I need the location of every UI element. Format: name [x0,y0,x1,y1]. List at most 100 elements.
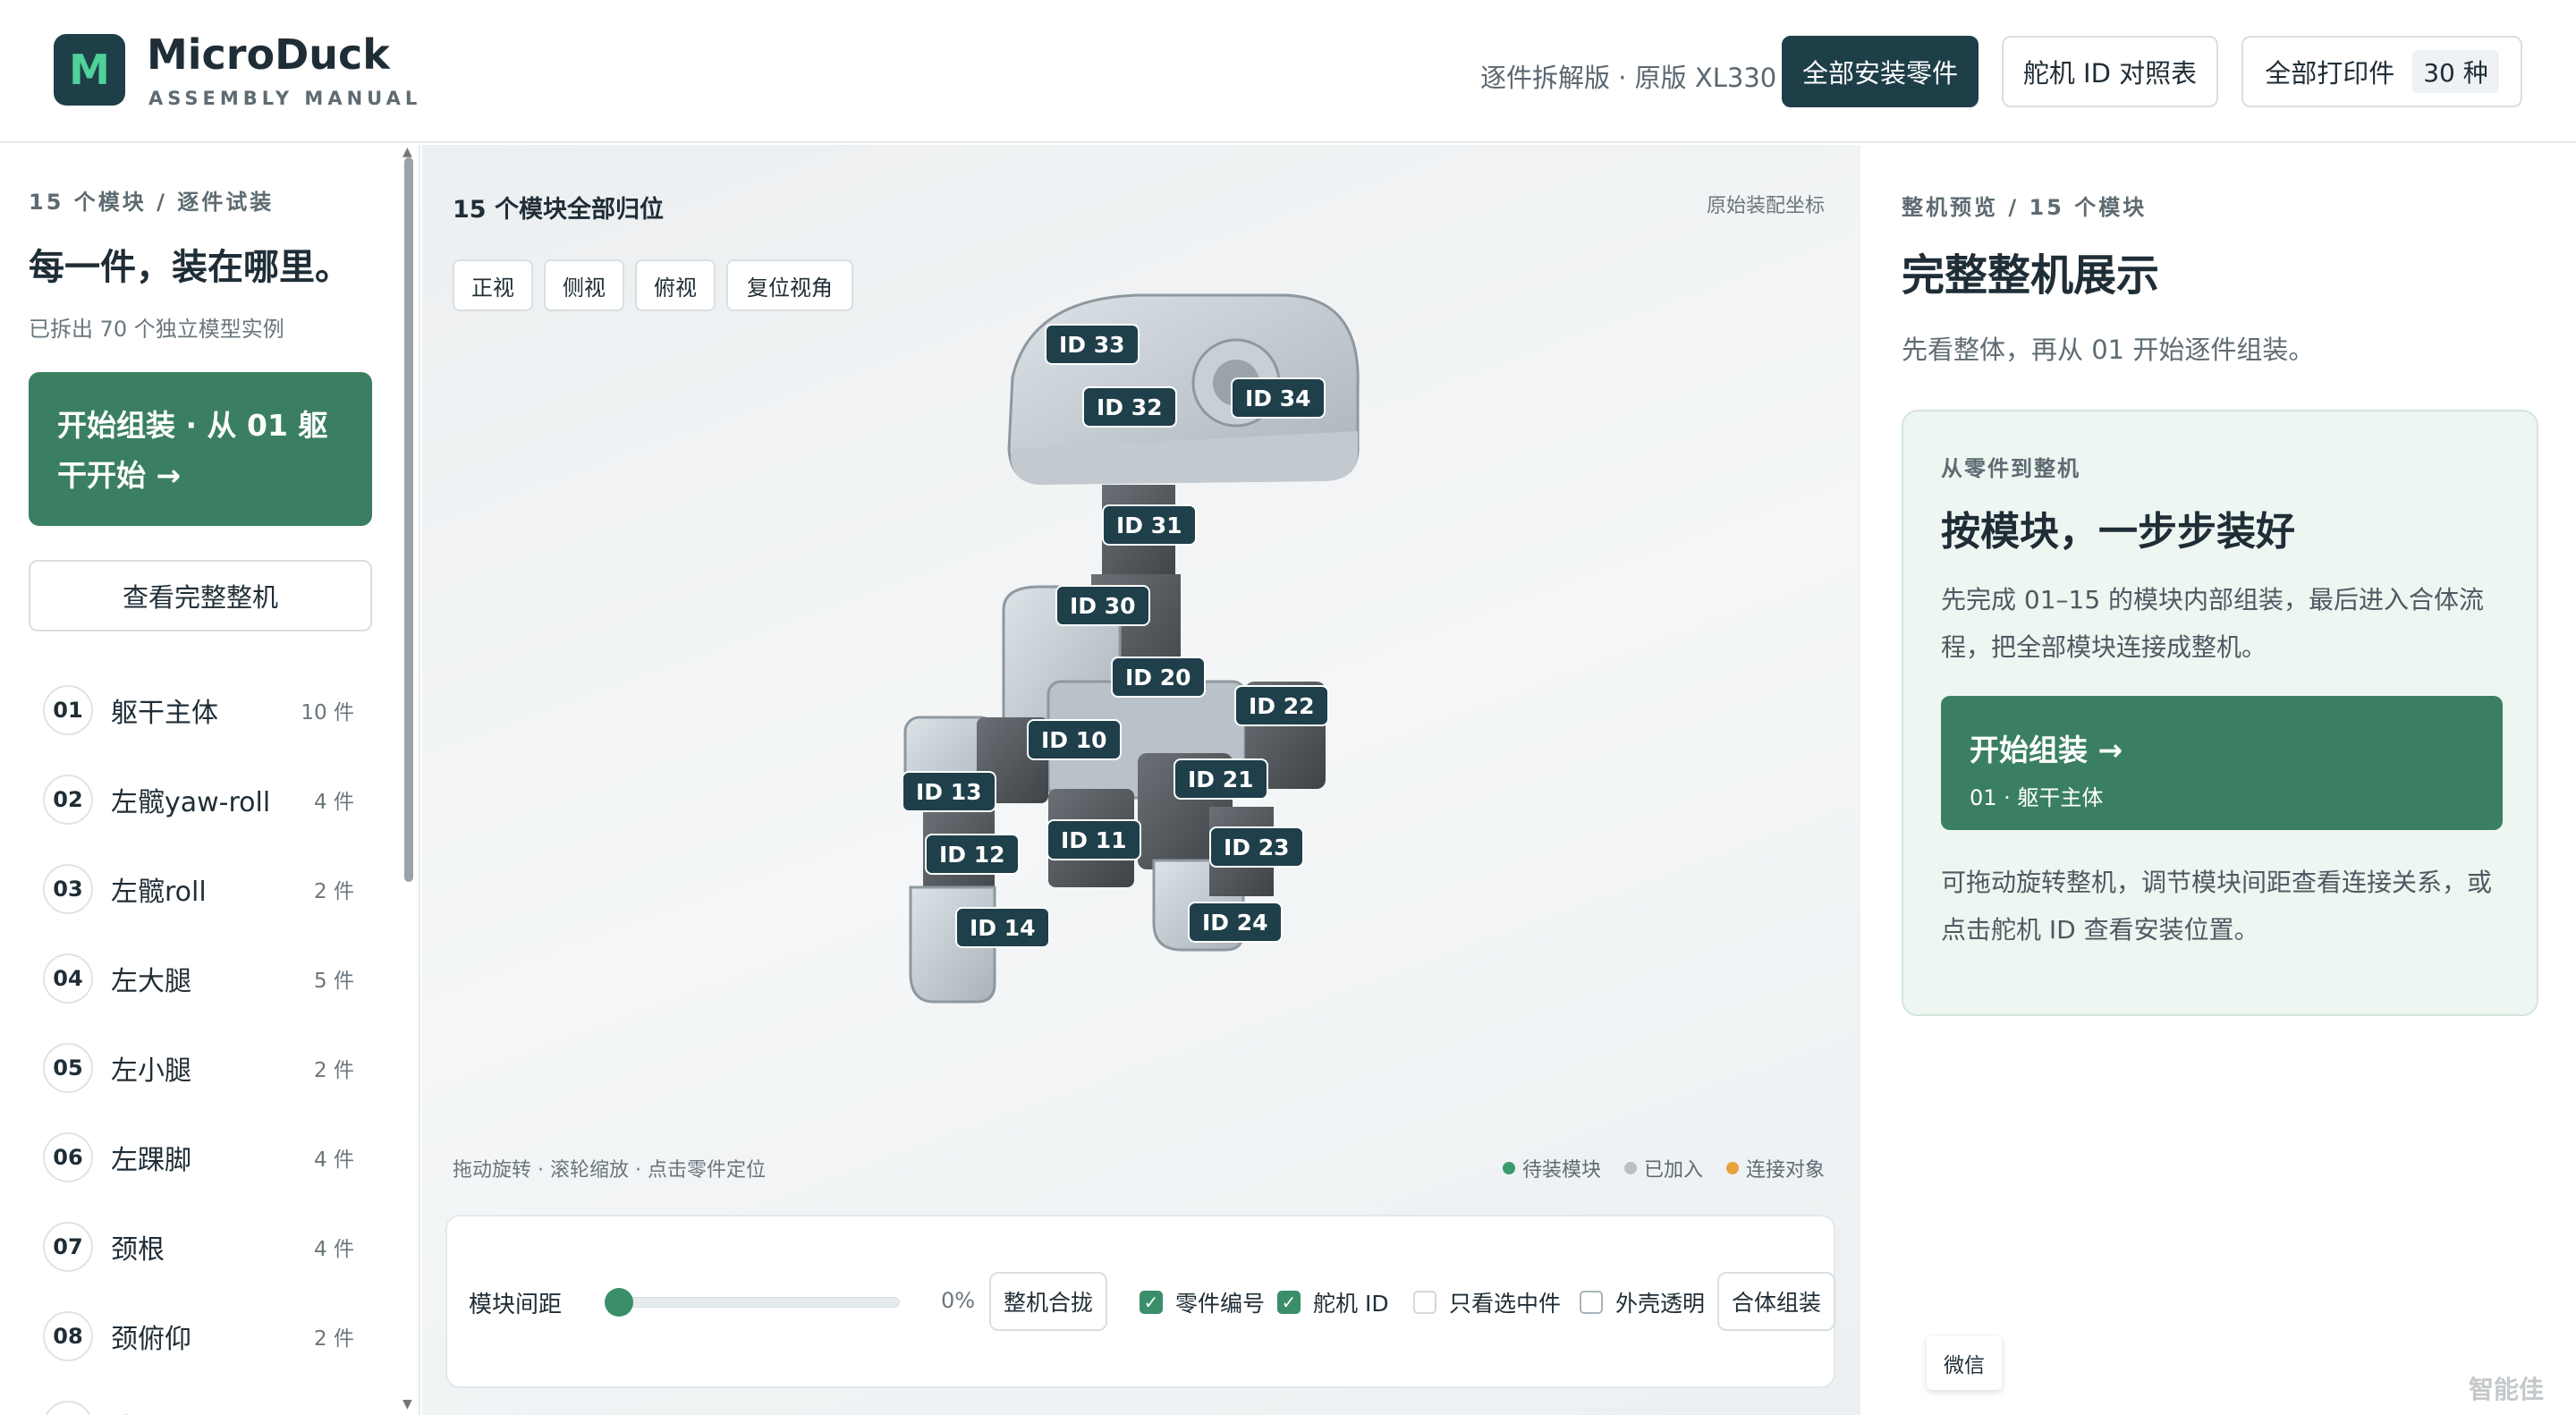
module-count: 2 件 [314,1059,354,1082]
servo-tag-20[interactable]: ID 20 [1111,657,1206,698]
module-number: 01 [43,685,93,735]
legend-added: 已加入 [1623,1154,1703,1182]
guide-card: 从零件到整机 按模块，一步步装好 先完成 01–15 的模块内部组装，最后进入合… [1902,410,2538,1016]
watermark: 智能佳 [2469,1375,2545,1404]
wechat-button[interactable]: 微信 [1927,1336,2002,1390]
module-list: 01 躯干主体 10 件 02 左髋yaw-roll 4 件 03 左髋roll 2 件 0… [29,665,372,1415]
spacing-value: 0% [941,1288,976,1313]
preview-panel: 整机预览 / 15 个模块 完整整机展示 先看整体，再从 01 开始逐件组装。 … [1862,145,2576,1415]
scroll-down-icon[interactable]: ▼ [402,1397,412,1411]
selected-only-checkbox[interactable]: 只看选中件 [1413,1286,1561,1318]
panel-title: 完整整机展示 [1902,250,2160,301]
servo-tag-24[interactable]: ID 24 [1188,902,1283,943]
assemble-button[interactable]: 合体组装 [1717,1272,1835,1331]
all-parts-button[interactable]: 全部安装零件 [1782,36,1979,107]
viewer-hint: 拖动旋转 · 滚轮缩放 · 点击零件定位 [453,1159,766,1182]
module-item[interactable]: 08 颈俯仰 2 件 [29,1292,372,1381]
view-full-robot-button[interactable]: 查看完整整机 [29,560,372,631]
module-name: 左大腿 [111,966,191,997]
checkbox-label: 舵机 ID [1313,1291,1389,1317]
module-count: 5 件 [314,970,354,993]
brand-logo[interactable]: M [54,34,125,106]
servo-tag-14[interactable]: ID 14 [955,907,1050,948]
check-icon: ✓ [1277,1291,1301,1314]
servo-tag-31[interactable]: ID 31 [1102,504,1197,546]
viewer-controls: 模块间距 0% 整机合拢 ✓ 零件编号 ✓ 舵机 ID 只看选中件 外壳透明 合体组… [445,1215,1835,1388]
module-name: 左髋roll [111,877,207,908]
legend-pending: 待装模块 [1502,1154,1601,1182]
servo-tag-33[interactable]: ID 33 [1045,324,1140,365]
part-number-checkbox[interactable]: ✓ 零件编号 [1140,1286,1265,1318]
module-number: 08 [43,1311,93,1361]
servo-table-label: 舵机 ID 对照表 [2022,58,2198,89]
checkbox-label: 只看选中件 [1449,1291,1562,1317]
brand-subtitle: ASSEMBLY MANUAL [148,88,422,109]
legend-label: 待装模块 [1521,1159,1601,1182]
servo-tag-23[interactable]: ID 23 [1209,826,1304,868]
servo-id-checkbox[interactable]: ✓ 舵机 ID [1277,1286,1389,1318]
spacing-label: 模块间距 [469,1292,563,1318]
module-sidebar: 15 个模块 / 逐件试装 每一件，装在哪里。 已拆出 70 个独立模型实例 开… [0,145,420,1415]
merge-robot-button[interactable]: 整机合拢 [989,1272,1107,1331]
spacing-slider-thumb[interactable] [605,1288,633,1317]
module-count: 4 件 [314,1238,354,1261]
module-item[interactable]: 03 左髋roll 2 件 [29,844,372,934]
card-description: 先完成 01–15 的模块内部组装，最后进入合体流程，把全部模块连接成整机。 [1941,585,2485,662]
module-count: 4 件 [314,1148,354,1172]
checkbox-empty [1413,1291,1436,1314]
module-number: 05 [43,1043,93,1093]
servo-table-button[interactable]: 舵机 ID 对照表 [2002,36,2218,107]
module-item[interactable]: 05 左小腿 2 件 [29,1023,372,1113]
card-title: 按模块，一步步装好 [1941,509,2295,555]
module-name: 躯干主体 [111,698,218,729]
servo-tag-30[interactable]: ID 30 [1055,585,1150,626]
all-parts-label: 全部安装零件 [1801,58,1958,89]
module-name: 颈根 [111,1234,165,1266]
module-item[interactable]: 04 左大腿 5 件 [29,934,372,1023]
servo-tag-12[interactable]: ID 12 [925,834,1020,875]
module-count: 2 件 [314,1327,354,1351]
servo-tag-32[interactable]: ID 32 [1082,386,1177,428]
servo-tag-22[interactable]: ID 22 [1234,685,1329,726]
servo-tag-13[interactable]: ID 13 [902,771,996,812]
module-name: 左髋yaw-roll [111,787,271,818]
viewer-legend: 待装模块 已加入 连接对象 [1502,1154,1825,1182]
legend-dot-pending [1502,1162,1515,1174]
module-item[interactable]: 02 左髋yaw-roll 4 件 [29,755,372,844]
servo-tag-21[interactable]: ID 21 [1174,758,1268,800]
module-name: 头yaw-roll [111,1406,314,1415]
module-name: 左踝脚 [111,1145,191,1176]
legend-connected: 连接对象 [1725,1154,1825,1182]
servo-tag-34[interactable]: ID 34 [1231,377,1326,419]
sidebar-subtitle: 已拆出 70 个独立模型实例 [29,317,284,342]
servo-tag-11[interactable]: ID 11 [1046,819,1141,860]
module-number: 02 [43,775,93,825]
spacing-slider-track[interactable] [605,1297,900,1308]
print-parts-button[interactable]: 全部打印件 30 种 [2241,36,2522,107]
card-eyebrow: 从零件到整机 [1941,456,2080,481]
card-start-label: 开始组装 → [1970,733,2123,767]
checkbox-empty [1580,1291,1603,1314]
legend-label: 连接对象 [1745,1159,1825,1182]
start-assembly-button[interactable]: 开始组装 · 从 01 躯干开始 → [29,372,372,526]
version-label: 逐件拆解版 · 原版 XL330 [1480,63,1777,93]
module-number: 04 [43,953,93,1004]
checkbox-label: 零件编号 [1175,1291,1266,1317]
module-name: 颈俯仰 [111,1324,191,1355]
module-item[interactable]: 01 躯干主体 10 件 [29,665,372,755]
card-start-button[interactable]: 开始组装 → 01 · 躯干主体 [1941,696,2503,830]
legend-label: 已加入 [1643,1159,1703,1182]
panel-eyebrow: 整机预览 / 15 个模块 [1902,195,2148,220]
shell-transparent-checkbox[interactable]: 外壳透明 [1580,1286,1705,1318]
module-item[interactable]: 07 颈根 4 件 [29,1202,372,1292]
robot-3d-viewer[interactable]: 15 个模块全部归位 原始装配坐标 正视 侧视 俯视 复位视角 ID 33 ID… [422,145,1860,1415]
sidebar-scrollbar[interactable] [404,157,413,882]
servo-tag-10[interactable]: ID 10 [1027,719,1122,760]
module-item[interactable]: 06 左踝脚 4 件 [29,1113,372,1202]
module-count: 4 件 [314,1411,354,1415]
app-header: M MicroDuck ASSEMBLY MANUAL 逐件拆解版 · 原版 X… [0,0,2576,143]
brand-name: MicroDuck [147,30,390,79]
module-number: 06 [43,1132,93,1182]
module-item[interactable]: 09 头yaw-roll4 件 [29,1381,372,1415]
legend-dot-connected [1725,1162,1739,1174]
